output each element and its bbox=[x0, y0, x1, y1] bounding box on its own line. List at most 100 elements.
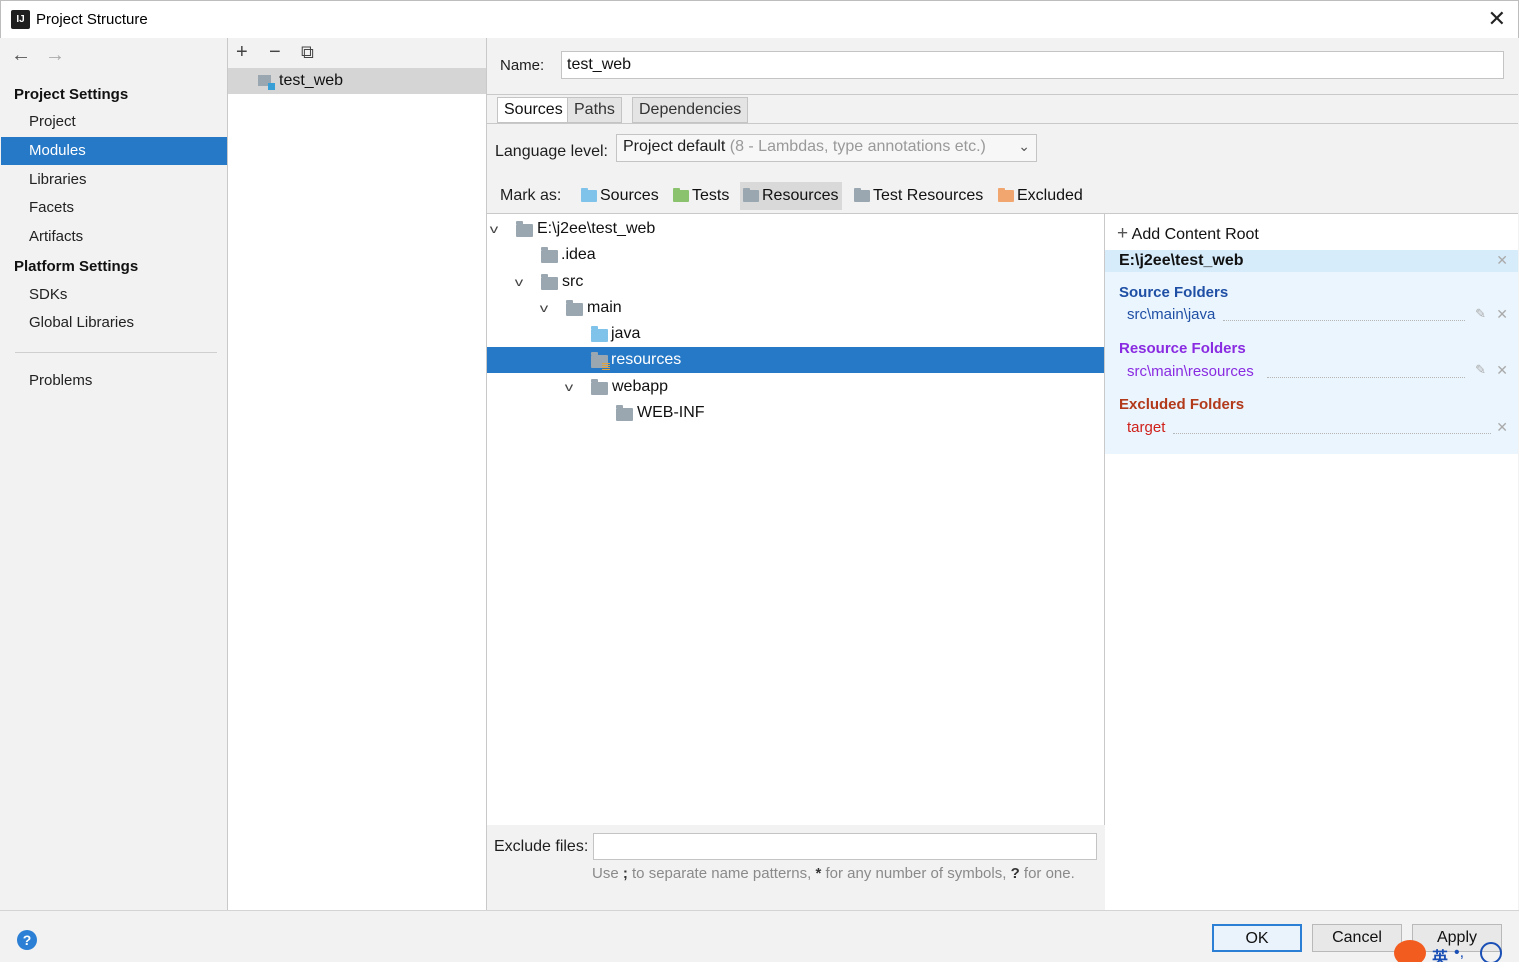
edit-icon[interactable]: ✎ bbox=[1475, 306, 1486, 322]
source-folders-heading: Source Folders bbox=[1119, 284, 1229, 301]
content-root-path: E:\j2ee\test_web bbox=[1105, 250, 1518, 272]
back-arrow-icon[interactable]: ← bbox=[11, 44, 31, 66]
sidebar-item-sdks[interactable]: SDKs bbox=[1, 281, 227, 309]
leader-dots bbox=[1223, 320, 1465, 321]
module-list-panel: + − ⧉ test_web bbox=[228, 38, 487, 910]
project-settings-heading: Project Settings bbox=[14, 86, 129, 103]
hint-text: to separate name patterns, bbox=[627, 865, 816, 882]
leader-dots bbox=[1173, 433, 1491, 434]
excluded-folder-path: target bbox=[1127, 419, 1166, 436]
remove-icon[interactable]: − bbox=[269, 41, 281, 64]
folder-icon bbox=[541, 274, 558, 290]
tree-row[interactable]: v main bbox=[487, 295, 1104, 321]
mark-as-resources-button[interactable]: Resources bbox=[740, 182, 843, 210]
exclude-files-input[interactable] bbox=[593, 833, 1097, 860]
tree-row[interactable]: v src bbox=[487, 269, 1104, 295]
tree-row[interactable]: .idea bbox=[487, 242, 1104, 268]
help-icon[interactable]: ? bbox=[17, 930, 37, 950]
mark-as-label: Mark as: bbox=[500, 187, 562, 204]
add-content-root-label: Add Content Root bbox=[1131, 226, 1259, 243]
tree-row-label: .idea bbox=[561, 246, 596, 263]
chevron-down-icon[interactable]: v bbox=[490, 216, 498, 242]
ime-toolbar: 英 •, bbox=[1394, 940, 1519, 962]
add-icon[interactable]: + bbox=[236, 41, 248, 64]
tree-row[interactable]: java bbox=[487, 321, 1104, 347]
mark-as-excluded-button[interactable]: Excluded bbox=[995, 182, 1083, 210]
folder-icon bbox=[566, 300, 583, 316]
module-icon bbox=[258, 75, 275, 90]
hint-text: for any number of symbols, bbox=[821, 865, 1011, 882]
sidebar-item-global-libraries[interactable]: Global Libraries bbox=[1, 309, 227, 337]
remove-root-icon[interactable]: ✕ bbox=[1496, 252, 1508, 269]
language-level-value: Project default bbox=[623, 138, 726, 155]
folder-icon bbox=[541, 247, 558, 263]
title-bar: IJ Project Structure ✕ bbox=[0, 0, 1519, 38]
platform-settings-heading: Platform Settings bbox=[14, 258, 139, 275]
sidebar-item-project[interactable]: Project bbox=[1, 108, 227, 136]
folder-icon bbox=[591, 379, 608, 395]
ime-punctuation-toggle[interactable]: •, bbox=[1454, 944, 1464, 962]
tree-row[interactable]: resources bbox=[487, 347, 1104, 373]
sidebar-item-facets[interactable]: Facets bbox=[1, 194, 227, 222]
chevron-down-icon[interactable]: v bbox=[515, 269, 523, 295]
tab-paths[interactable]: Paths bbox=[567, 97, 622, 123]
mark-as-tests-button[interactable]: Tests bbox=[670, 182, 729, 210]
hint-symbol: ? bbox=[1010, 865, 1020, 882]
language-level-hint: (8 - Lambdas, type annotations etc.) bbox=[729, 138, 986, 155]
sidebar-item-libraries[interactable]: Libraries bbox=[1, 166, 227, 194]
mark-as-tests-label: Tests bbox=[692, 187, 730, 204]
resource-folder-icon bbox=[591, 352, 610, 370]
chevron-down-icon[interactable]: v bbox=[540, 295, 548, 321]
test-resource-folder-icon bbox=[854, 188, 870, 202]
tree-row[interactable]: v E:\j2ee\test_web bbox=[487, 216, 1104, 242]
sidebar-item-problems[interactable]: Problems bbox=[1, 367, 227, 395]
ime-emoji-icon[interactable] bbox=[1480, 942, 1502, 962]
module-toolbar: + − ⧉ bbox=[228, 38, 486, 68]
hint-text: for one. bbox=[1019, 865, 1075, 882]
remove-folder-icon[interactable]: ✕ bbox=[1496, 362, 1508, 379]
settings-sidebar: ← → Project Settings Project Modules Libr… bbox=[1, 38, 228, 910]
add-content-root-button[interactable]: + Add Content Root bbox=[1117, 223, 1259, 245]
dialog-footer: ? OK Cancel Apply 英 •, bbox=[0, 910, 1519, 962]
tree-row[interactable]: WEB-INF bbox=[487, 400, 1104, 426]
content-root-card: E:\j2ee\test_web ✕ Source Folders src\ma… bbox=[1105, 250, 1518, 454]
window-title: Project Structure bbox=[36, 11, 148, 28]
module-name: test_web bbox=[279, 72, 344, 89]
module-row-test-web[interactable]: test_web bbox=[228, 68, 486, 94]
chevron-down-icon: ⌄ bbox=[1018, 138, 1030, 154]
hint-text: Use bbox=[592, 865, 623, 882]
mark-as-sources-button[interactable]: Sources bbox=[578, 182, 659, 210]
close-icon[interactable]: ✕ bbox=[1488, 6, 1506, 32]
remove-folder-icon[interactable]: ✕ bbox=[1496, 306, 1508, 323]
tree-row-label: E:\j2ee\test_web bbox=[537, 220, 656, 237]
remove-folder-icon[interactable]: ✕ bbox=[1496, 419, 1508, 436]
module-settings-panel: Name: Sources Paths Dependencies Languag… bbox=[487, 38, 1518, 910]
leader-dots bbox=[1267, 377, 1465, 378]
resource-folder-path: src\main\resources bbox=[1127, 363, 1254, 380]
source-folder-icon bbox=[591, 326, 608, 342]
mark-as-sources-label: Sources bbox=[600, 187, 659, 204]
mark-as-test-resources-button[interactable]: Test Resources bbox=[851, 182, 983, 210]
content-roots-panel: + Add Content Root E:\j2ee\test_web ✕ So… bbox=[1105, 213, 1518, 910]
tree-row-label: resources bbox=[611, 351, 682, 368]
sidebar-item-modules[interactable]: Modules bbox=[1, 137, 227, 165]
sogou-ime-icon[interactable] bbox=[1394, 940, 1426, 962]
tab-dependencies[interactable]: Dependencies bbox=[632, 97, 749, 123]
edit-icon[interactable]: ✎ bbox=[1475, 362, 1486, 378]
copy-icon[interactable]: ⧉ bbox=[301, 42, 314, 63]
language-level-select[interactable]: Project default (8 - Lambdas, type annot… bbox=[616, 134, 1037, 162]
sidebar-item-artifacts[interactable]: Artifacts bbox=[1, 223, 227, 251]
tab-sources[interactable]: Sources bbox=[497, 97, 570, 123]
chevron-down-icon[interactable]: v bbox=[565, 374, 573, 400]
module-tabs: Sources Paths Dependencies bbox=[487, 94, 1518, 124]
content-root-tree: v E:\j2ee\test_web .idea v src v main ja… bbox=[487, 213, 1105, 825]
cancel-button[interactable]: Cancel bbox=[1312, 924, 1402, 952]
ok-button[interactable]: OK bbox=[1212, 924, 1302, 952]
source-folder-path: src\main\java bbox=[1127, 306, 1216, 323]
tree-row[interactable]: v webapp bbox=[487, 374, 1104, 400]
tree-row-label: main bbox=[587, 299, 622, 316]
ime-language-toggle[interactable]: 英 bbox=[1432, 944, 1448, 962]
module-name-input[interactable] bbox=[561, 51, 1504, 79]
folder-icon bbox=[616, 405, 633, 421]
forward-arrow-icon[interactable]: → bbox=[45, 44, 65, 66]
